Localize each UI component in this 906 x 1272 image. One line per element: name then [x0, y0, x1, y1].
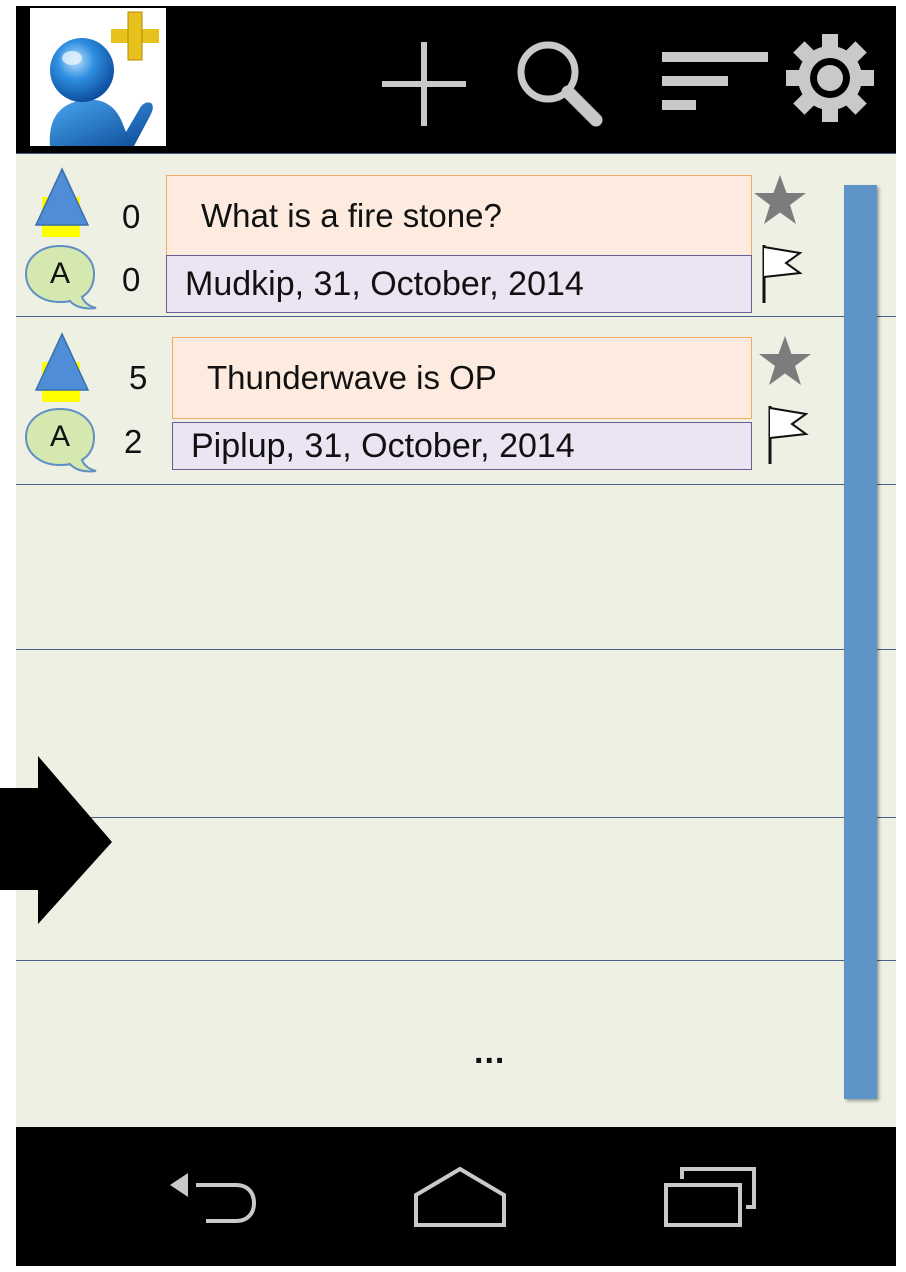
answer-count: 2 [124, 423, 143, 460]
favorite-star-icon[interactable] [757, 334, 813, 395]
recents-icon[interactable] [662, 1165, 758, 1234]
flag-icon[interactable] [760, 243, 806, 310]
question-list[interactable]: 0 What is a fire stone? A 0 Mudkip, 31, … [16, 153, 896, 1127]
answer-badge-label: A [49, 257, 70, 290]
list-divider [16, 960, 896, 961]
sort-icon[interactable] [662, 52, 778, 127]
answer-badge-label: A [49, 420, 70, 453]
answer-count: 0 [122, 261, 141, 298]
flag-icon[interactable] [766, 404, 812, 471]
scrollbar[interactable] [844, 185, 877, 1099]
pointer-arrow-icon [0, 756, 112, 1033]
list-divider [16, 649, 896, 650]
answer-badge-icon: A [24, 407, 104, 480]
app-logo-icon[interactable] [30, 8, 166, 146]
navigation-bar [16, 1127, 896, 1266]
settings-icon[interactable] [780, 28, 880, 133]
home-icon[interactable] [412, 1163, 508, 1236]
list-divider [16, 153, 896, 154]
vote-count: 0 [122, 198, 141, 235]
upvote-icon[interactable] [34, 332, 90, 407]
phone-screen: 0 What is a fire stone? A 0 Mudkip, 31, … [16, 6, 896, 1266]
question-meta: Mudkip, 31, October, 2014 [166, 255, 752, 313]
list-divider [16, 817, 896, 818]
back-icon[interactable] [166, 1165, 262, 1234]
question-item[interactable]: 0 What is a fire stone? A 0 Mudkip, 31, … [16, 167, 896, 327]
answer-badge-icon: A [24, 244, 104, 317]
more-indicator: ... [474, 1033, 506, 1071]
question-item[interactable]: 5 Thunderwave is OP A 2 Piplup, 31, Octo… [16, 330, 896, 490]
search-icon[interactable] [512, 36, 608, 137]
question-title[interactable]: What is a fire stone? [166, 175, 752, 257]
favorite-star-icon[interactable] [752, 173, 808, 234]
upvote-icon[interactable] [34, 167, 90, 242]
question-meta: Piplup, 31, October, 2014 [172, 422, 752, 470]
add-icon[interactable] [376, 36, 472, 137]
action-bar [16, 6, 896, 153]
question-title[interactable]: Thunderwave is OP [172, 337, 752, 419]
vote-count: 5 [129, 359, 148, 396]
